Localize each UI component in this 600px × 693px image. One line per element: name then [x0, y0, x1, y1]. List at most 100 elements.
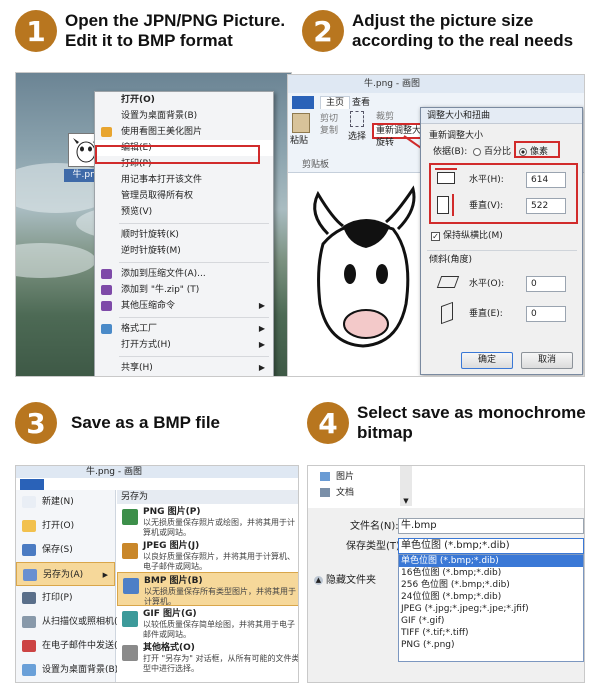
file-menu-item-label: 从扫描仪或照相机(M) [42, 617, 129, 627]
file-menu-button[interactable] [292, 96, 314, 109]
file-menu-item[interactable]: 打开(O) [16, 514, 115, 538]
clipboard-group-label: 剪贴板 [302, 160, 330, 170]
file-menu-button[interactable] [20, 479, 44, 490]
step-title-line1: Save as a BMP file [71, 413, 220, 432]
menu-item-label: 设置为桌面背景(B) [121, 111, 198, 121]
skew-v-label: 垂直(E): [469, 309, 503, 319]
keep-ratio-checkbox[interactable]: ✓ [431, 232, 440, 241]
skew-h-input[interactable]: 0 [526, 276, 566, 292]
context-menu: 打开(O) 设置为桌面背景(B) 使用看图王美化图片 编辑(E) 打印(P) 用记事本打开… [94, 91, 274, 376]
context-menu-item[interactable]: 共享(H) ▶ [95, 360, 273, 376]
type-option[interactable]: TIFF (*.tif;*.tiff) [399, 627, 583, 639]
type-select[interactable]: 单色位图 (*.bmp;*.dib) [398, 538, 584, 554]
type-option[interactable]: 单色位图 (*.bmp;*.dib) [399, 555, 583, 567]
menu-item-label: 使用看图王美化图片 [121, 127, 203, 137]
context-menu-item[interactable]: 其他压缩命令 ▶ [95, 298, 273, 314]
type-option[interactable]: 256 色位图 (*.bmp;*.dib) [399, 579, 583, 591]
type-option[interactable]: GIF (*.gif) [399, 615, 583, 627]
context-menu-item[interactable]: 打开(O) [95, 92, 273, 108]
context-menu-item[interactable]: 使用看图王美化图片 [95, 124, 273, 140]
scroll-down-icon[interactable]: ▼ [400, 466, 412, 506]
context-menu-item[interactable]: 预览(V) [95, 204, 273, 220]
type-option[interactable]: JPEG (*.jpg;*.jpeg;*.jpe;*.jfif) [399, 603, 583, 615]
save-as-header: 另存为 [117, 490, 298, 504]
context-menu-item[interactable]: 格式工厂 ▶ [95, 321, 273, 337]
menu-item-icon [101, 269, 112, 279]
save-format-option[interactable]: BMP 图片(B) 以无损质量保存所有类型图片，并将其用于计算机。 [117, 572, 298, 606]
save-format-option[interactable]: JPEG 图片(J) 以良好质量保存照片，并将其用于计算机、电子邮件或网站。 [117, 538, 298, 572]
highlight-edit-box [95, 145, 260, 164]
hide-folders[interactable]: 隐藏文件夹 [326, 575, 376, 587]
save-format-option[interactable]: 其他格式(O) 打开 "另存为" 对话框，从所有可能的文件类型中进行选择。 [117, 640, 298, 674]
menu-item-label: 添加到压缩文件(A)... [121, 269, 206, 279]
skew-h-label: 水平(O): [469, 279, 505, 289]
context-menu-item[interactable]: 添加到压缩文件(A)... [95, 266, 273, 282]
context-menu-item[interactable]: 逆时针旋转(M) [95, 243, 273, 259]
format-title: GIF 图片(G) [143, 609, 197, 619]
menu-item-label: 用记事本打开该文件 [121, 175, 203, 185]
file-menu-item[interactable]: 在电子邮件中发送(D) [16, 634, 128, 658]
type-option[interactable]: PNG (*.png) [399, 639, 583, 651]
copy-button[interactable]: 复制 [320, 125, 338, 137]
save-format-option[interactable]: PNG 图片(P) 以无损质量保存照片或绘图，并将其用于计算机或网站。 [117, 504, 298, 538]
context-menu-item[interactable]: 添加到 "牛.zip" (T) [95, 282, 273, 298]
by-label: 依据(B): [433, 147, 468, 157]
percent-label: 百分比 [484, 147, 512, 157]
horizontal-size-icon [437, 172, 455, 184]
cut-button[interactable]: 剪切 [320, 113, 338, 125]
tab-view[interactable]: 查看 [352, 97, 370, 109]
paste-icon[interactable] [292, 113, 310, 133]
file-menu-item[interactable]: 打印(P) [16, 586, 115, 610]
nav-pictures[interactable]: 图片 [336, 471, 354, 483]
canvas[interactable] [288, 174, 418, 376]
format-icon [122, 543, 138, 559]
format-title: JPEG 图片(J) [143, 541, 200, 551]
menu-item-icon [101, 324, 112, 334]
paint-resize-screenshot: 牛.png - 画图 主页 查看 粘贴 剪切 复制 剪贴板 选择 裁剪 重新调整… [287, 74, 585, 377]
format-icon [122, 611, 138, 627]
file-menu-item-label: 设置为桌面背景(B) [42, 665, 119, 675]
file-menu-item[interactable]: 新建(N) [16, 490, 115, 514]
menu-item-label: 格式工厂 [121, 324, 158, 334]
type-option[interactable]: 24位位图 (*.bmp;*.dib) [399, 591, 583, 603]
format-icon [122, 509, 138, 525]
save-format-option[interactable]: GIF 图片(G) 以较低质量保存简单绘图，并将其用于电子邮件或网站。 [117, 606, 298, 640]
file-menu-item-icon [22, 616, 36, 628]
file-menu-item[interactable]: 保存(S) [16, 538, 115, 562]
tab-home[interactable]: 主页 [320, 96, 351, 109]
select-icon[interactable] [350, 111, 364, 127]
collapse-icon[interactable]: ▲ [314, 576, 323, 585]
context-menu-item[interactable]: 设置为桌面背景(B) [95, 108, 273, 124]
cancel-button[interactable]: 取消 [521, 352, 573, 369]
nav-docs[interactable]: 文档 [336, 487, 354, 499]
vertical-input[interactable]: 522 [526, 198, 566, 214]
ok-button[interactable]: 确定 [461, 352, 513, 369]
paste-label: 粘贴 [290, 136, 309, 146]
file-menu-item-label: 新建(N) [42, 497, 74, 507]
file-menu-item[interactable]: 设置为桌面背景(B) [16, 658, 119, 682]
skew-v-input[interactable]: 0 [526, 306, 566, 322]
step-title-line2: bitmap [357, 423, 413, 442]
menu-item-label: 其他压缩命令 [121, 301, 176, 311]
type-option[interactable]: 16色位图 (*.bmp;*.dib) [399, 567, 583, 579]
format-icon [122, 645, 138, 661]
rotate-button[interactable]: 旋转 [376, 137, 394, 149]
percent-radio[interactable] [473, 148, 481, 156]
context-menu-item[interactable]: 用记事本打开该文件 [95, 172, 273, 188]
filename-input[interactable]: 牛.bmp [398, 518, 584, 534]
context-menu-item[interactable]: 管理员取得所有权 [95, 188, 273, 204]
context-menu-item[interactable]: 打开方式(H) ▶ [95, 337, 273, 353]
format-title: PNG 图片(P) [143, 507, 201, 517]
format-description: 以无损质量保存照片或绘图，并将其用于计算机或网站。 [143, 518, 295, 537]
skew-group-label: 倾斜(角度) [429, 255, 473, 265]
nav-pane: 图片 文档 [308, 466, 413, 506]
crop-button[interactable]: 裁剪 [376, 111, 394, 123]
file-menu-item[interactable]: 另存为(A) ▶ [16, 562, 115, 586]
file-menu-item[interactable]: 从扫描仪或照相机(M) [16, 610, 129, 634]
horizontal-input[interactable]: 614 [526, 172, 566, 188]
save-as-submenu: 另存为 PNG 图片(P) 以无损质量保存照片或绘图，并将其用于计算机或网站。 JP… [117, 490, 298, 682]
menu-item-label: 管理员取得所有权 [121, 191, 194, 201]
menu-item-label: 打开(O) [121, 95, 155, 105]
context-menu-item[interactable]: 顺时针旋转(K) [95, 227, 273, 243]
horizontal-arrow-icon [435, 168, 457, 170]
